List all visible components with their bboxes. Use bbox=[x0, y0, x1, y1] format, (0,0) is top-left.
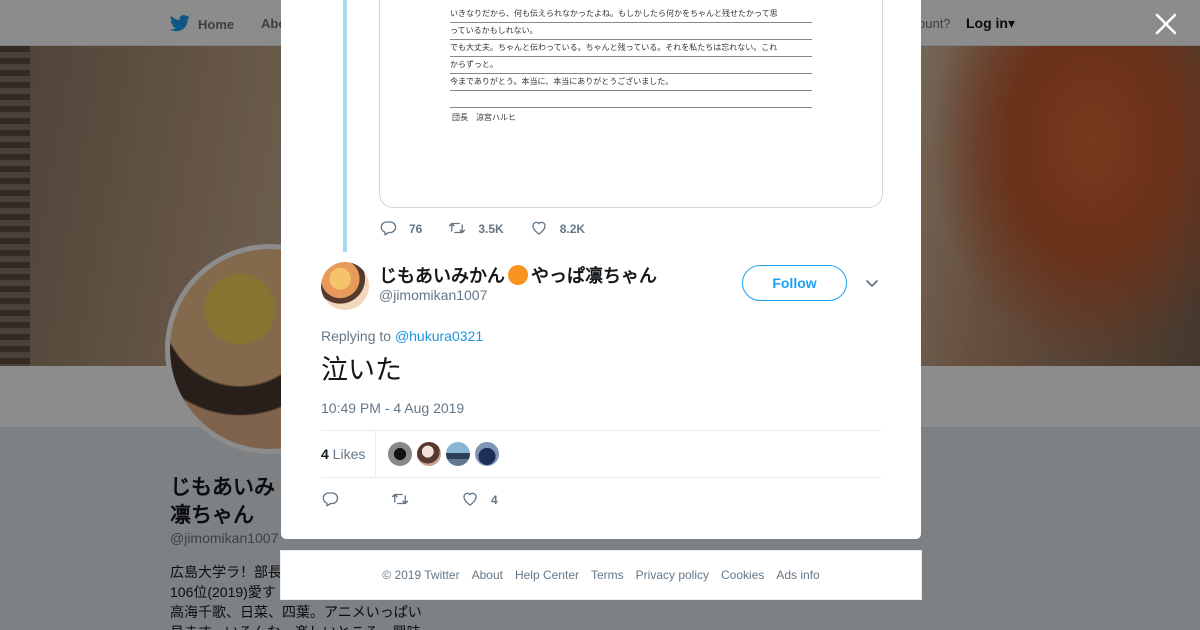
tweet-modal: いきなりだから、何も伝えられなかったよね。もしかしたら何かをちゃんと残せたかって… bbox=[281, 0, 921, 539]
document-line: でも大丈夫。ちゃんと伝わっている。ちゃんと残っている。それを私たちは忘れない。こ… bbox=[450, 40, 812, 57]
like-button[interactable]: 8.2K bbox=[530, 219, 585, 240]
footer-link-help-center[interactable]: Help Center bbox=[515, 568, 579, 582]
like-button[interactable]: 4 bbox=[461, 490, 498, 511]
orange-emoji-icon bbox=[508, 265, 528, 285]
thread-connector-line bbox=[343, 0, 347, 252]
heart-icon bbox=[461, 490, 479, 511]
retweet-icon bbox=[448, 219, 466, 240]
like-count: 8.2K bbox=[559, 222, 586, 236]
document-line bbox=[450, 91, 812, 108]
chevron-down-icon[interactable] bbox=[864, 275, 880, 291]
reply-count: 76 bbox=[409, 222, 423, 236]
retweet-icon bbox=[391, 490, 409, 511]
document-line: いきなりだから、何も伝えられなかったよね。もしかしたら何かをちゃんと残せたかって… bbox=[450, 6, 812, 23]
liker-avatars bbox=[388, 442, 499, 466]
tweet-timestamp[interactable]: 10:49 PM - 4 Aug 2019 bbox=[321, 400, 464, 416]
document-line: からずっと。 bbox=[450, 57, 812, 74]
likes-number: 4 bbox=[321, 446, 329, 462]
likes-stat[interactable]: 4 Likes bbox=[321, 446, 365, 462]
retweet-button[interactable]: 3.5K bbox=[448, 219, 504, 240]
user-handle[interactable]: @jimomikan1007 bbox=[379, 287, 487, 303]
tweet-stats: 4 Likes bbox=[321, 430, 881, 478]
footer-link-cookies[interactable]: Cookies bbox=[721, 568, 764, 582]
retweet-button[interactable] bbox=[391, 490, 409, 511]
stats-divider bbox=[375, 431, 376, 478]
display-name-part: やっぱ凛ちゃん bbox=[531, 266, 657, 286]
liker-avatar[interactable] bbox=[388, 442, 412, 466]
document-line: 今までありがとう。本当に、本当にありがとうございました。 bbox=[450, 74, 812, 91]
footer-link-about[interactable]: About bbox=[472, 568, 503, 582]
display-name-part: じもあいみかん bbox=[379, 266, 505, 286]
parent-tweet-image[interactable]: いきなりだから、何も伝えられなかったよね。もしかしたら何かをちゃんと残せたかって… bbox=[379, 0, 883, 208]
replying-to: Replying to @hukura0321 bbox=[321, 328, 483, 344]
modal-footer: © 2019 Twitter About Help Center Terms P… bbox=[280, 550, 922, 600]
replying-to-link[interactable]: @hukura0321 bbox=[395, 328, 483, 344]
footer-link-privacy[interactable]: Privacy policy bbox=[636, 568, 709, 582]
avatar[interactable] bbox=[321, 262, 369, 310]
footer-copyright: © 2019 Twitter bbox=[382, 568, 460, 582]
liker-avatar[interactable] bbox=[475, 442, 499, 466]
reply-button[interactable]: 76 bbox=[379, 219, 422, 240]
tweet-actions: 4 bbox=[321, 489, 550, 511]
replying-prefix: Replying to bbox=[321, 328, 395, 344]
tweet-text: 泣いた bbox=[321, 355, 402, 385]
document-line: っているかもしれない。 bbox=[450, 23, 812, 40]
likes-label: Likes bbox=[328, 446, 366, 462]
user-display-name[interactable]: じもあいみかん やっぱ凛ちゃん bbox=[379, 262, 657, 288]
follow-button[interactable]: Follow bbox=[742, 265, 847, 301]
reply-icon bbox=[379, 219, 397, 240]
like-count: 4 bbox=[491, 493, 498, 507]
liker-avatar[interactable] bbox=[446, 442, 470, 466]
liker-avatar[interactable] bbox=[417, 442, 441, 466]
reply-icon bbox=[321, 490, 339, 511]
close-icon[interactable] bbox=[1154, 12, 1178, 36]
reply-button[interactable] bbox=[321, 490, 339, 511]
footer-link-terms[interactable]: Terms bbox=[591, 568, 624, 582]
parent-tweet-actions: 76 3.5K 8.2K bbox=[379, 218, 611, 240]
retweet-count: 3.5K bbox=[478, 222, 504, 236]
document-signature: 団長 涼宮ハルヒ bbox=[452, 113, 516, 122]
footer-link-ads-info[interactable]: Ads info bbox=[776, 568, 819, 582]
heart-icon bbox=[530, 219, 548, 240]
